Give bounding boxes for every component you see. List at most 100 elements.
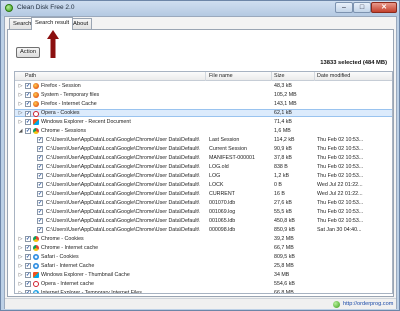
column-separator[interactable] xyxy=(314,72,315,81)
action-button[interactable]: Action xyxy=(16,47,40,58)
row-checkbox[interactable]: ✓ xyxy=(37,173,43,179)
file-row[interactable]: ✓ C:\Users\User\AppData\Local\Google\Chro… xyxy=(15,163,392,171)
file-size: 838 B xyxy=(274,164,288,170)
column-header-date-modified[interactable]: Date modified xyxy=(317,73,350,79)
file-row[interactable]: ✓ C:\Users\User\AppData\Local\Google\Chro… xyxy=(15,172,392,180)
row-checkbox[interactable]: ✓ xyxy=(37,155,43,161)
row-checkbox[interactable]: ✓ xyxy=(25,281,31,287)
category-row[interactable]: ▷ ✓ Windows Explorer - Thumbnail Cache 34 M… xyxy=(15,271,392,279)
row-checkbox[interactable]: ✓ xyxy=(25,83,31,89)
file-size: 105,2 MB xyxy=(274,92,297,98)
row-checkbox[interactable]: ✓ xyxy=(25,92,31,98)
file-path: C:\Users\User\AppData\Local\Google\Chrom… xyxy=(46,227,200,233)
category-name: Chrome - Internet cache xyxy=(41,245,99,251)
category-row[interactable]: ▷ ✓ Firefox - Internet Cache 143,1 MB xyxy=(15,100,392,108)
row-checkbox[interactable]: ✓ xyxy=(25,272,31,278)
category-row[interactable]: ▷ ✓ Opera - Cookies 62,1 kB xyxy=(15,109,392,117)
file-size: 554,6 kB xyxy=(274,281,295,287)
row-checkbox[interactable]: ✓ xyxy=(25,290,31,293)
expand-arrow-icon[interactable]: ▷ xyxy=(18,262,23,270)
file-row[interactable]: ✓ C:\Users\User\AppData\Local\Google\Chro… xyxy=(15,136,392,144)
close-button[interactable]: ✕ xyxy=(371,2,397,13)
maximize-button[interactable]: □ xyxy=(353,2,371,13)
expand-arrow-icon[interactable]: ▷ xyxy=(18,110,23,116)
row-checkbox[interactable]: ✓ xyxy=(37,182,43,188)
expand-arrow-icon[interactable]: ▷ xyxy=(18,289,23,293)
row-checkbox[interactable]: ✓ xyxy=(25,263,31,269)
expand-arrow-icon[interactable]: ▷ xyxy=(18,280,23,288)
file-name: Last Session xyxy=(209,137,240,143)
file-path: C:\Users\User\AppData\Local\Google\Chrom… xyxy=(46,182,200,188)
date-modified: Sat Jan 30 04:40... xyxy=(317,227,362,233)
row-checkbox[interactable]: ✓ xyxy=(25,254,31,260)
category-row[interactable]: ▷ ✓ Chrome - Internet cache 66,7 MB xyxy=(15,244,392,252)
expand-arrow-icon[interactable]: ▷ xyxy=(18,244,23,252)
row-checkbox[interactable]: ✓ xyxy=(25,128,31,134)
file-row[interactable]: ✓ C:\Users\User\AppData\Local\Google\Chro… xyxy=(15,154,392,162)
row-checkbox[interactable]: ✓ xyxy=(37,191,43,197)
category-name: System - Temporary files xyxy=(41,92,100,98)
file-name: LOG xyxy=(209,173,221,179)
category-row[interactable]: ◢ ✓ Chrome - Sessions 1,6 MB xyxy=(15,127,392,135)
row-checkbox[interactable]: ✓ xyxy=(37,218,43,224)
category-row[interactable]: ▷ ✓ Firefox - Session 48,3 kB xyxy=(15,82,392,90)
client-area: Search Search result About Action 13833 … xyxy=(4,16,397,309)
file-row[interactable]: ✓ C:\Users\User\AppData\Local\Google\Chro… xyxy=(15,199,392,207)
row-checkbox[interactable]: ✓ xyxy=(25,101,31,107)
file-row[interactable]: ✓ C:\Users\User\AppData\Local\Google\Chro… xyxy=(15,226,392,234)
expand-arrow-icon[interactable]: ▷ xyxy=(18,271,23,279)
row-checkbox[interactable]: ✓ xyxy=(25,245,31,251)
file-row[interactable]: ✓ C:\Users\User\AppData\Local\Google\Chro… xyxy=(15,208,392,216)
row-checkbox[interactable]: ✓ xyxy=(37,137,43,143)
minimize-button[interactable]: – xyxy=(335,2,353,13)
row-checkbox[interactable]: ✓ xyxy=(37,227,43,233)
row-checkbox[interactable]: ✓ xyxy=(37,209,43,215)
column-separator[interactable] xyxy=(205,72,206,81)
date-modified: Thu Feb 02 10:53... xyxy=(317,218,364,224)
category-row[interactable]: ▷ ✓ System - Temporary files 105,2 MB xyxy=(15,91,392,99)
chrome-icon xyxy=(33,128,39,134)
file-size: 66,7 MB xyxy=(274,245,294,251)
expand-arrow-icon[interactable]: ▷ xyxy=(18,100,23,108)
file-row[interactable]: ✓ C:\Users\User\AppData\Local\Google\Chro… xyxy=(15,217,392,225)
file-size: 0 B xyxy=(274,182,282,188)
file-size: 39,2 MB xyxy=(274,236,294,242)
result-tree-grid[interactable]: Path File name Size Date modified ▷ ✓ Fire… xyxy=(14,71,393,294)
category-row[interactable]: ▷ ✓ Internet Explorer - Temporary Internet… xyxy=(15,289,392,293)
file-row[interactable]: ✓ C:\Users\User\AppData\Local\Google\Chro… xyxy=(15,145,392,153)
category-row[interactable]: ▷ ✓ Opera - Internet cache 554,6 kB xyxy=(15,280,392,288)
column-separator[interactable] xyxy=(271,72,272,81)
category-row[interactable]: ▷ ✓ Windows Explorer - Recent Document 71,4… xyxy=(15,118,392,126)
expand-arrow-icon[interactable]: ▷ xyxy=(18,118,23,126)
grid-header: Path File name Size Date modified xyxy=(15,72,392,81)
column-header-path[interactable]: Path xyxy=(25,73,36,79)
title-bar[interactable]: Clean Disk Free 2.0 – □ ✕ xyxy=(1,1,399,16)
row-checkbox[interactable]: ✓ xyxy=(37,164,43,170)
row-checkbox[interactable]: ✓ xyxy=(25,236,31,242)
file-size: 55,5 kB xyxy=(274,209,292,215)
file-row[interactable]: ✓ C:\Users\User\AppData\Local\Google\Chro… xyxy=(15,181,392,189)
date-modified: Thu Feb 02 10:53... xyxy=(317,146,364,152)
category-row[interactable]: ▷ ✓ Safari - Cookies 809,5 kB xyxy=(15,253,392,261)
file-name: 001070.ldb xyxy=(209,200,236,206)
row-checkbox[interactable]: ✓ xyxy=(37,200,43,206)
row-checkbox[interactable]: ✓ xyxy=(25,119,31,125)
category-row[interactable]: ▷ ✓ Chrome - Cookies 39,2 MB xyxy=(15,235,392,243)
column-header-file-name[interactable]: File name xyxy=(209,73,233,79)
expand-arrow-icon[interactable]: ▷ xyxy=(18,235,23,243)
category-row[interactable]: ▷ ✓ Safari - Internet Cache 25,8 MB xyxy=(15,262,392,270)
column-header-size[interactable]: Size xyxy=(274,73,285,79)
website-link[interactable]: http://orderprog.com xyxy=(343,301,393,307)
file-size: 34 MB xyxy=(274,272,290,278)
file-row[interactable]: ✓ C:\Users\User\AppData\Local\Google\Chro… xyxy=(15,190,392,198)
expand-arrow-icon[interactable]: ▷ xyxy=(18,253,23,261)
row-checkbox[interactable]: ✓ xyxy=(25,111,31,117)
expand-arrow-icon[interactable]: ▷ xyxy=(18,82,23,90)
row-checkbox[interactable]: ✓ xyxy=(37,146,43,152)
annotation-arrow-icon xyxy=(47,30,59,58)
expand-arrow-icon[interactable]: ▷ xyxy=(18,91,23,99)
collapse-arrow-icon[interactable]: ◢ xyxy=(18,127,23,135)
file-size: 1,6 MB xyxy=(274,128,291,134)
file-name: LOG.old xyxy=(209,164,229,170)
window-title: Clean Disk Free 2.0 xyxy=(17,4,75,11)
